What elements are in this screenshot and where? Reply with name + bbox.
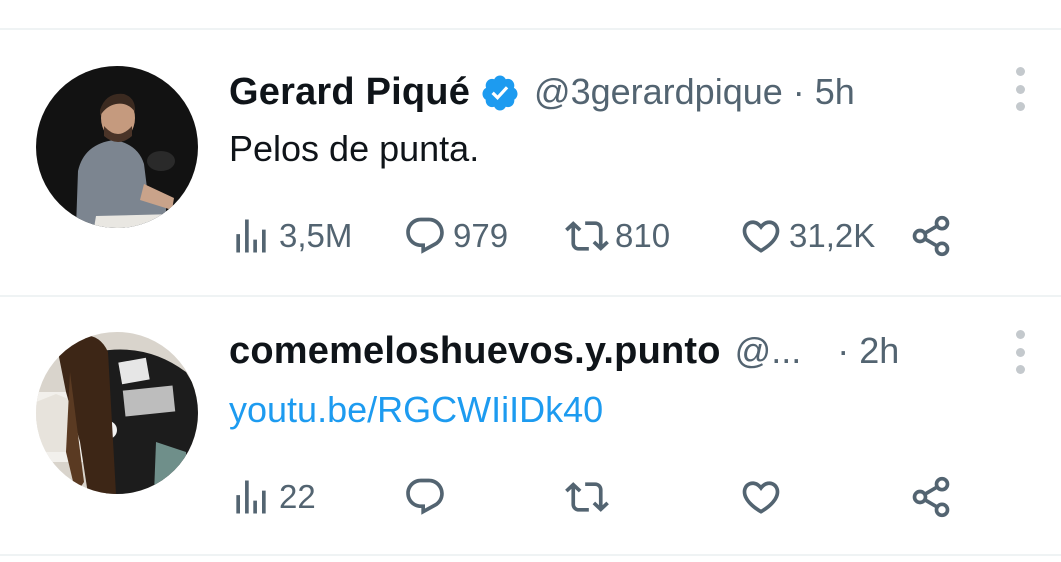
avatar[interactable] bbox=[36, 332, 198, 494]
speech-bubble-icon bbox=[406, 217, 444, 254]
avatar-image bbox=[36, 66, 198, 228]
retweet-icon bbox=[565, 221, 609, 251]
avatar[interactable] bbox=[36, 66, 198, 228]
reply-button[interactable]: 979 bbox=[403, 212, 508, 260]
heart-icon bbox=[742, 481, 780, 514]
tweet-link[interactable]: youtu.be/RGCWIiIDk40 bbox=[229, 389, 603, 431]
like-button[interactable]: 31,2K bbox=[739, 212, 875, 260]
separator: · bbox=[792, 71, 805, 112]
speech-bubble-icon bbox=[406, 478, 444, 515]
tweet-2[interactable]: comemeloshuevos.y.punto @... · 2h youtu.… bbox=[0, 297, 1061, 555]
like-button[interactable] bbox=[739, 473, 783, 521]
reply-button[interactable] bbox=[403, 473, 447, 521]
share-icon bbox=[912, 476, 950, 518]
more-vertical-icon[interactable] bbox=[1008, 330, 1032, 374]
bar-chart-icon bbox=[236, 480, 266, 514]
retweet-button[interactable]: 810 bbox=[565, 212, 670, 260]
heart-icon bbox=[742, 220, 780, 253]
tweet-actions: 22 bbox=[229, 473, 969, 521]
author-handle[interactable]: @3gerardpique bbox=[534, 71, 783, 113]
views-count: 3,5M bbox=[279, 217, 353, 254]
more-vertical-icon[interactable] bbox=[1008, 67, 1032, 111]
retweet-button[interactable] bbox=[565, 473, 609, 521]
retweet-count: 810 bbox=[615, 217, 671, 254]
like-count: 31,2K bbox=[789, 217, 876, 254]
bottom-divider bbox=[0, 554, 1061, 556]
tweet-text: Pelos de punta. bbox=[229, 128, 480, 169]
views-button[interactable]: 22 bbox=[229, 473, 316, 521]
tweet-actions: 3,5M 979 810 31,2K bbox=[229, 212, 969, 260]
author-name[interactable]: comemeloshuevos.y.punto bbox=[229, 330, 721, 373]
author-name[interactable]: Gerard Piqué bbox=[229, 71, 470, 114]
share-button[interactable] bbox=[909, 473, 953, 521]
tweet-header: Gerard Piqué @3gerardpique · 5h bbox=[229, 68, 855, 116]
separator: · bbox=[837, 330, 850, 371]
share-icon bbox=[912, 215, 950, 257]
tweet-1[interactable]: Gerard Piqué @3gerardpique · 5h Pelos de… bbox=[0, 30, 1061, 296]
timestamp[interactable]: 2h bbox=[859, 330, 899, 372]
retweet-icon bbox=[565, 482, 609, 512]
views-count: 22 bbox=[279, 478, 316, 515]
author-handle[interactable]: @... bbox=[735, 330, 802, 372]
reply-count: 979 bbox=[453, 217, 509, 254]
timestamp[interactable]: 5h bbox=[815, 71, 855, 113]
share-button[interactable] bbox=[909, 212, 953, 260]
views-button[interactable]: 3,5M bbox=[229, 212, 352, 260]
bar-chart-icon bbox=[236, 219, 266, 253]
verified-badge-icon bbox=[482, 75, 518, 111]
tweet-header: comemeloshuevos.y.punto @... · 2h bbox=[229, 327, 899, 375]
avatar-image bbox=[36, 332, 198, 494]
